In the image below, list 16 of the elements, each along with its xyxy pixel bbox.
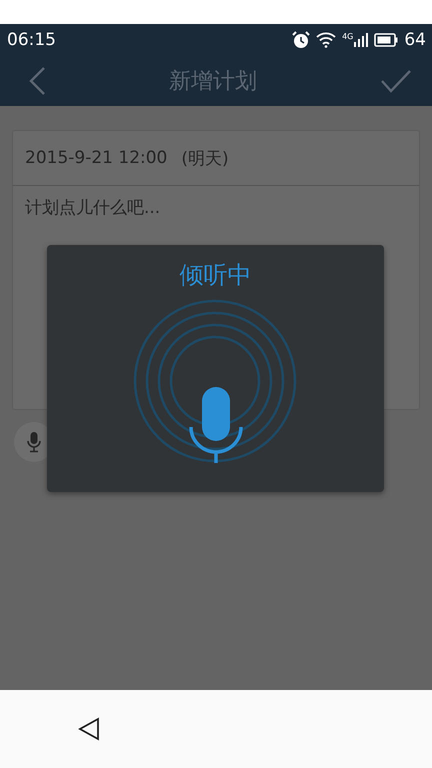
sound-wave-icon: [133, 299, 297, 463]
page-title: 新增计划: [169, 68, 257, 96]
plan-date: 2015-9-21 12:00: [25, 148, 168, 168]
alarm-icon: [292, 31, 310, 49]
microphone-icon: [27, 431, 41, 453]
dialog-title: 倾听中: [180, 260, 252, 291]
signal-icon: [354, 33, 368, 47]
wifi-icon: [316, 32, 336, 48]
relative-day: (明天): [181, 146, 229, 170]
microphone-icon: [188, 385, 244, 465]
battery-icon: [374, 33, 398, 47]
network-label: 4G: [342, 32, 354, 40]
battery-level: 64: [404, 30, 426, 50]
back-icon[interactable]: [78, 717, 100, 741]
status-time: 06:15: [7, 30, 56, 50]
date-picker[interactable]: 2015-9-21 12:00 (明天): [12, 130, 420, 186]
